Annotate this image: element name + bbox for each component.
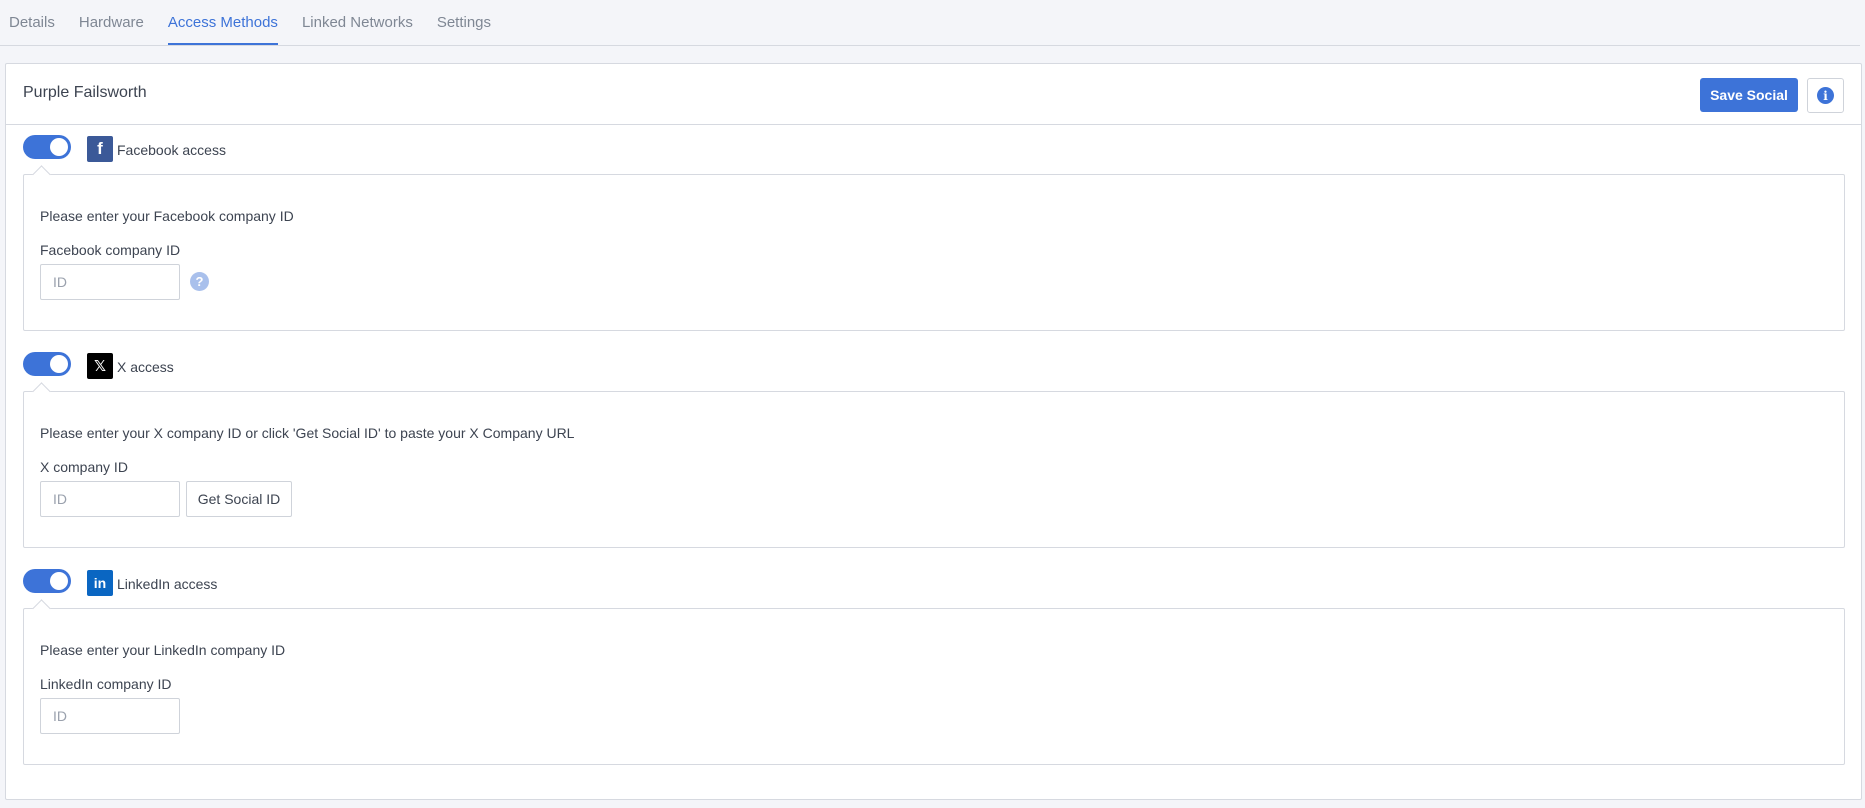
toggle-knob [50, 572, 68, 590]
linkedin-company-id-input[interactable] [40, 698, 180, 734]
tab-hardware[interactable]: Hardware [79, 14, 144, 45]
linkedin-description: Please enter your LinkedIn company ID [40, 642, 286, 658]
x-company-id-input[interactable] [40, 481, 180, 517]
get-social-id-button[interactable]: Get Social ID [186, 481, 292, 517]
access-methods-panel: Purple Failsworth Save Social i f Facebo… [5, 63, 1862, 800]
tab-settings[interactable]: Settings [437, 14, 491, 45]
x-section: 𝕏 X access Please enter your X company I… [6, 342, 1861, 562]
linkedin-company-id-label: LinkedIn company ID [40, 676, 172, 692]
facebook-company-id-label: Facebook company ID [40, 242, 181, 258]
tab-access-methods[interactable]: Access Methods [167, 14, 278, 45]
x-settings-box: Please enter your X company ID or click … [23, 391, 1845, 548]
x-description: Please enter your X company ID or click … [40, 425, 575, 441]
x-section-header: 𝕏 X access [23, 352, 423, 382]
linkedin-section-header: in LinkedIn access [23, 569, 423, 599]
linkedin-settings-box: Please enter your LinkedIn company ID Li… [23, 608, 1845, 765]
facebook-access-toggle[interactable] [23, 135, 71, 159]
toggle-knob [50, 355, 68, 373]
toggle-knob [50, 138, 68, 156]
linkedin-icon: in [87, 570, 113, 596]
save-social-button[interactable]: Save Social [1700, 78, 1798, 112]
x-access-toggle[interactable] [23, 352, 71, 376]
linkedin-section: in LinkedIn access Please enter your Lin… [6, 559, 1861, 779]
linkedin-access-label: LinkedIn access [117, 576, 218, 592]
info-button[interactable]: i [1807, 78, 1844, 113]
x-access-label: X access [117, 359, 174, 375]
facebook-icon: f [87, 136, 113, 162]
facebook-company-id-input[interactable] [40, 264, 180, 300]
tab-details[interactable]: Details [9, 14, 55, 45]
help-icon[interactable]: ? [190, 272, 209, 291]
tab-linked-networks[interactable]: Linked Networks [302, 14, 413, 45]
x-company-id-label: X company ID [40, 459, 128, 475]
tab-bar: Details Hardware Access Methods Linked N… [0, 0, 1860, 46]
linkedin-access-toggle[interactable] [23, 569, 71, 593]
facebook-access-label: Facebook access [117, 142, 226, 158]
info-icon: i [1817, 87, 1834, 104]
page-title: Purple Failsworth [23, 84, 147, 101]
facebook-description: Please enter your Facebook company ID [40, 208, 294, 224]
facebook-section-header: f Facebook access [23, 135, 423, 165]
facebook-settings-box: Please enter your Facebook company ID Fa… [23, 174, 1845, 331]
facebook-section: f Facebook access Please enter your Face… [6, 125, 1861, 345]
panel-header: Purple Failsworth Save Social i [6, 64, 1861, 125]
x-icon: 𝕏 [87, 353, 113, 379]
